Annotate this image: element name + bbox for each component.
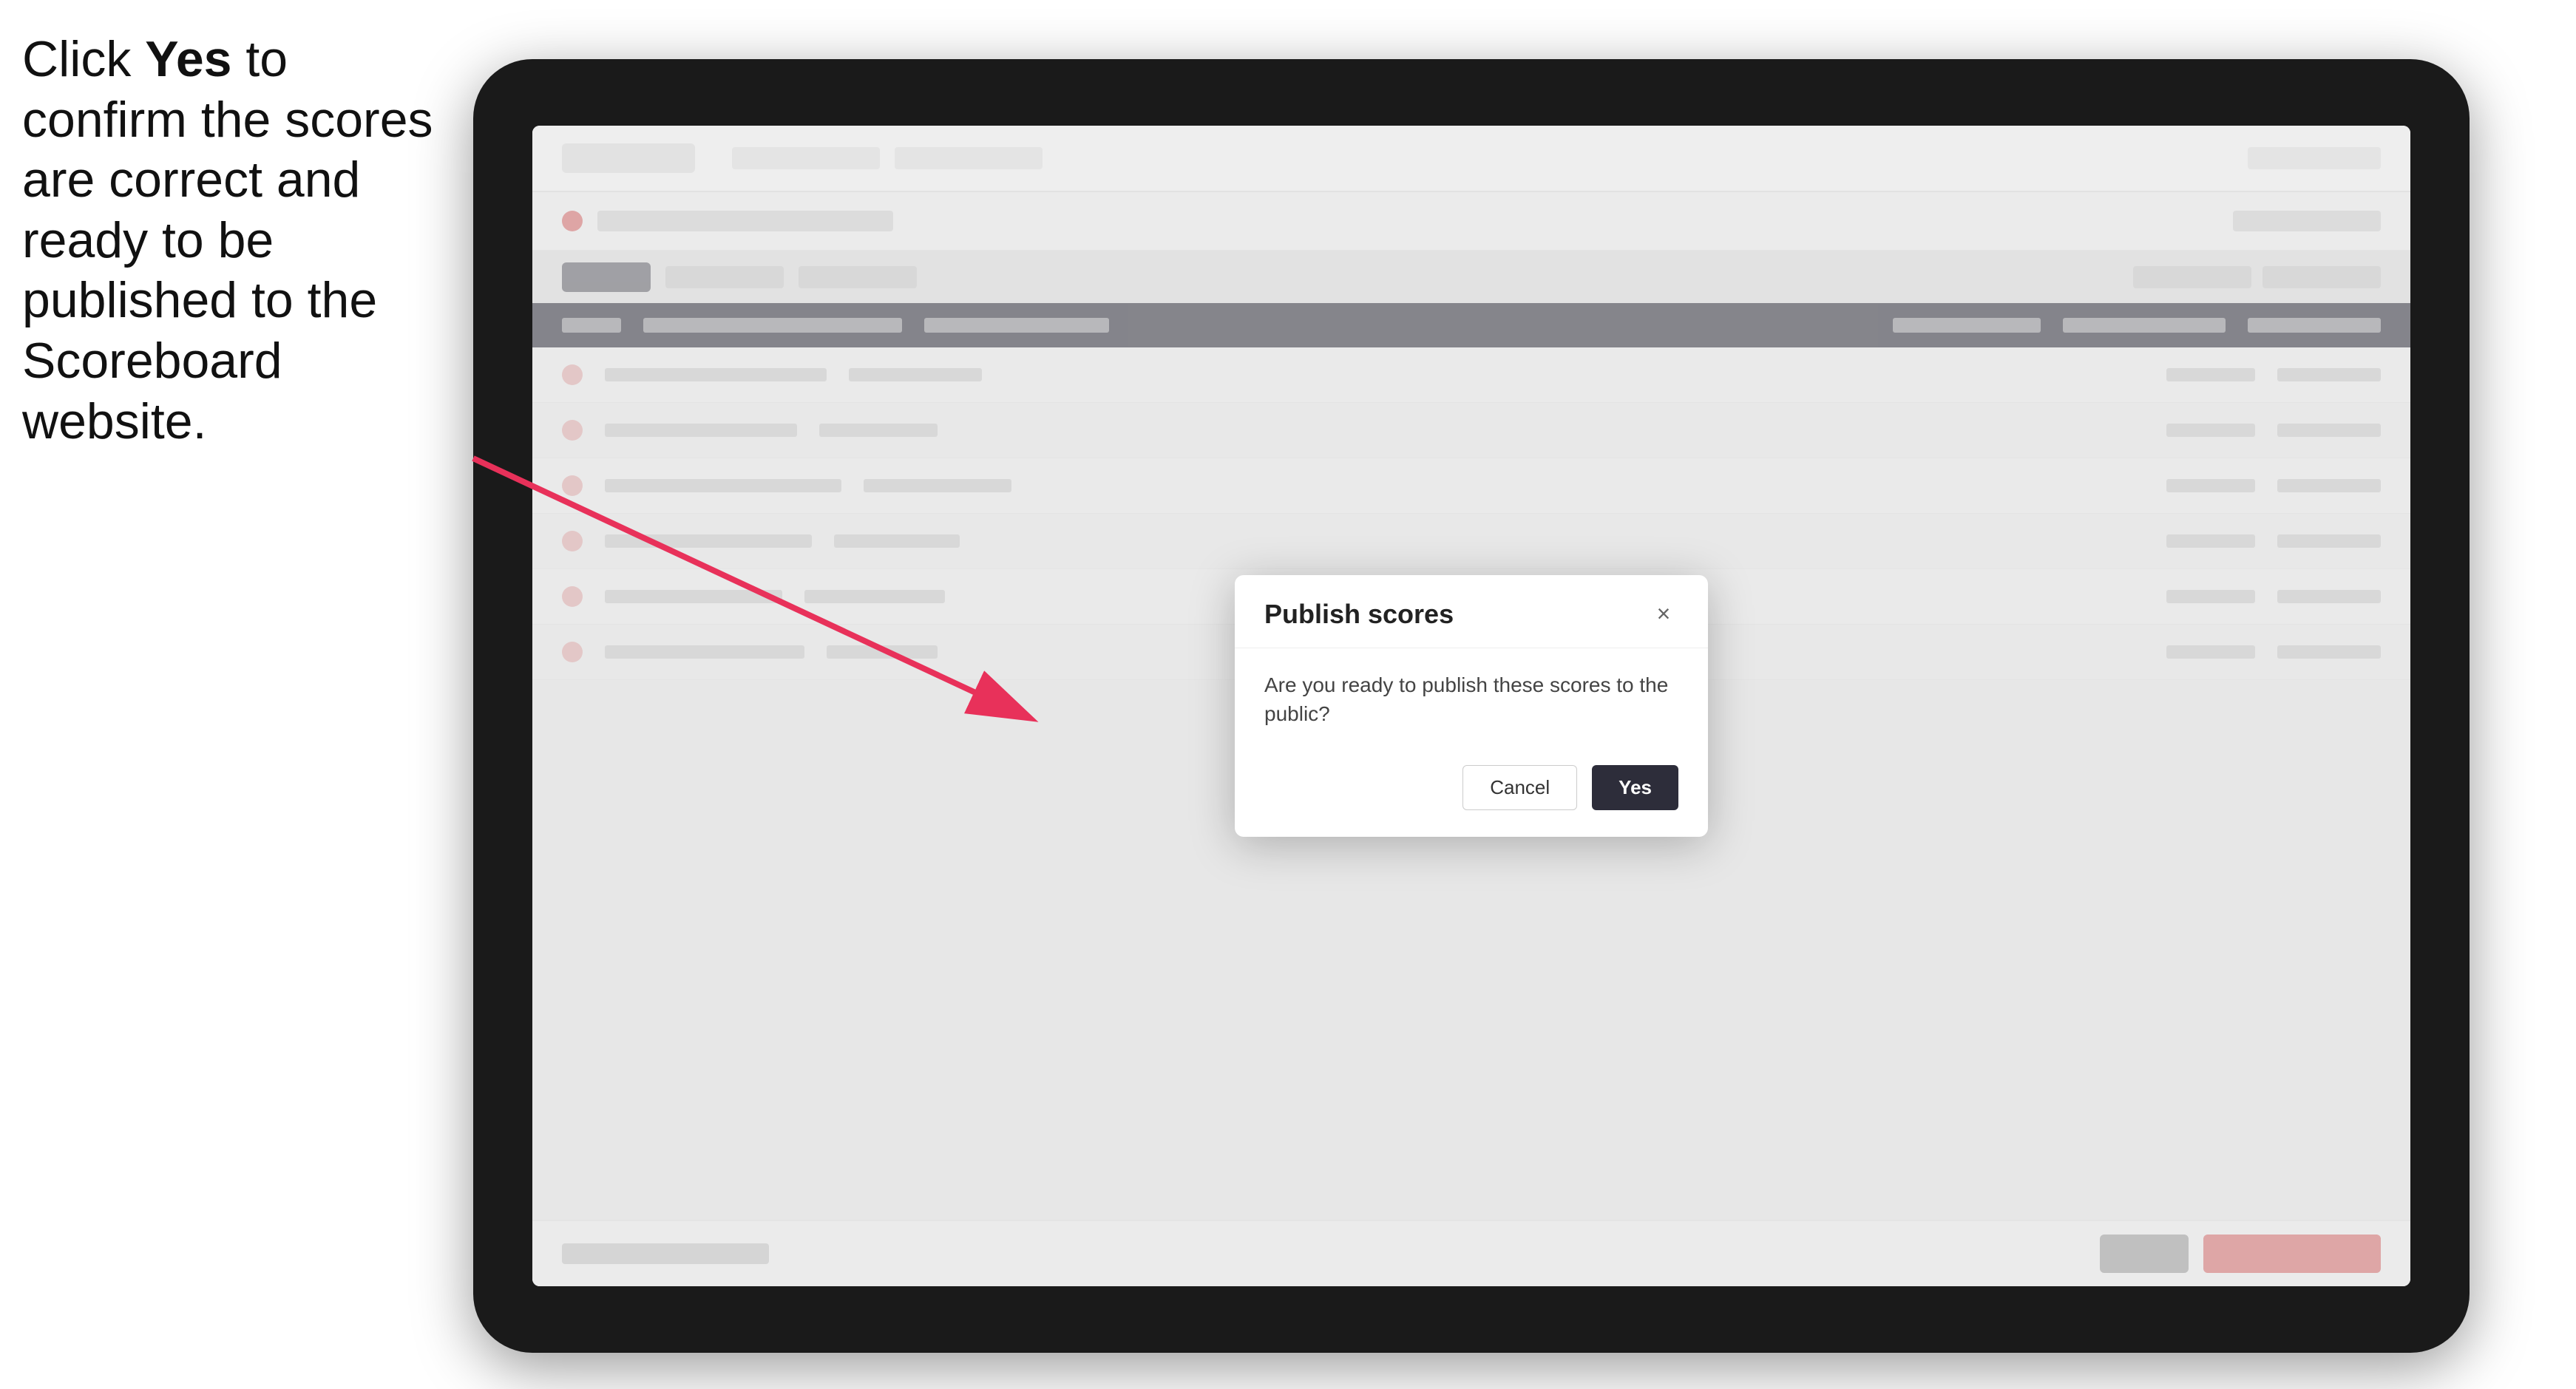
instruction-text: Click Yes to confirm the scores are corr… (22, 30, 436, 452)
modal-close-button[interactable]: × (1649, 600, 1678, 629)
instruction-bold: Yes (145, 31, 231, 87)
tablet-device: Publish scores × Are you ready to publis… (473, 59, 2470, 1353)
instruction-suffix: to confirm the scores are correct and re… (22, 31, 433, 449)
app-background: Publish scores × Are you ready to publis… (532, 126, 2410, 1286)
modal-header: Publish scores × (1235, 575, 1708, 648)
modal-title: Publish scores (1264, 599, 1454, 630)
modal-overlay: Publish scores × Are you ready to publis… (532, 126, 2410, 1286)
modal-footer: Cancel Yes (1235, 750, 1708, 837)
yes-button[interactable]: Yes (1592, 765, 1678, 810)
modal-message: Are you ready to publish these scores to… (1264, 670, 1678, 728)
tablet-screen: Publish scores × Are you ready to publis… (532, 126, 2410, 1286)
instruction-prefix: Click (22, 31, 145, 87)
modal-dialog: Publish scores × Are you ready to publis… (1235, 575, 1708, 837)
modal-body: Are you ready to publish these scores to… (1235, 648, 1708, 750)
cancel-button[interactable]: Cancel (1462, 765, 1577, 810)
